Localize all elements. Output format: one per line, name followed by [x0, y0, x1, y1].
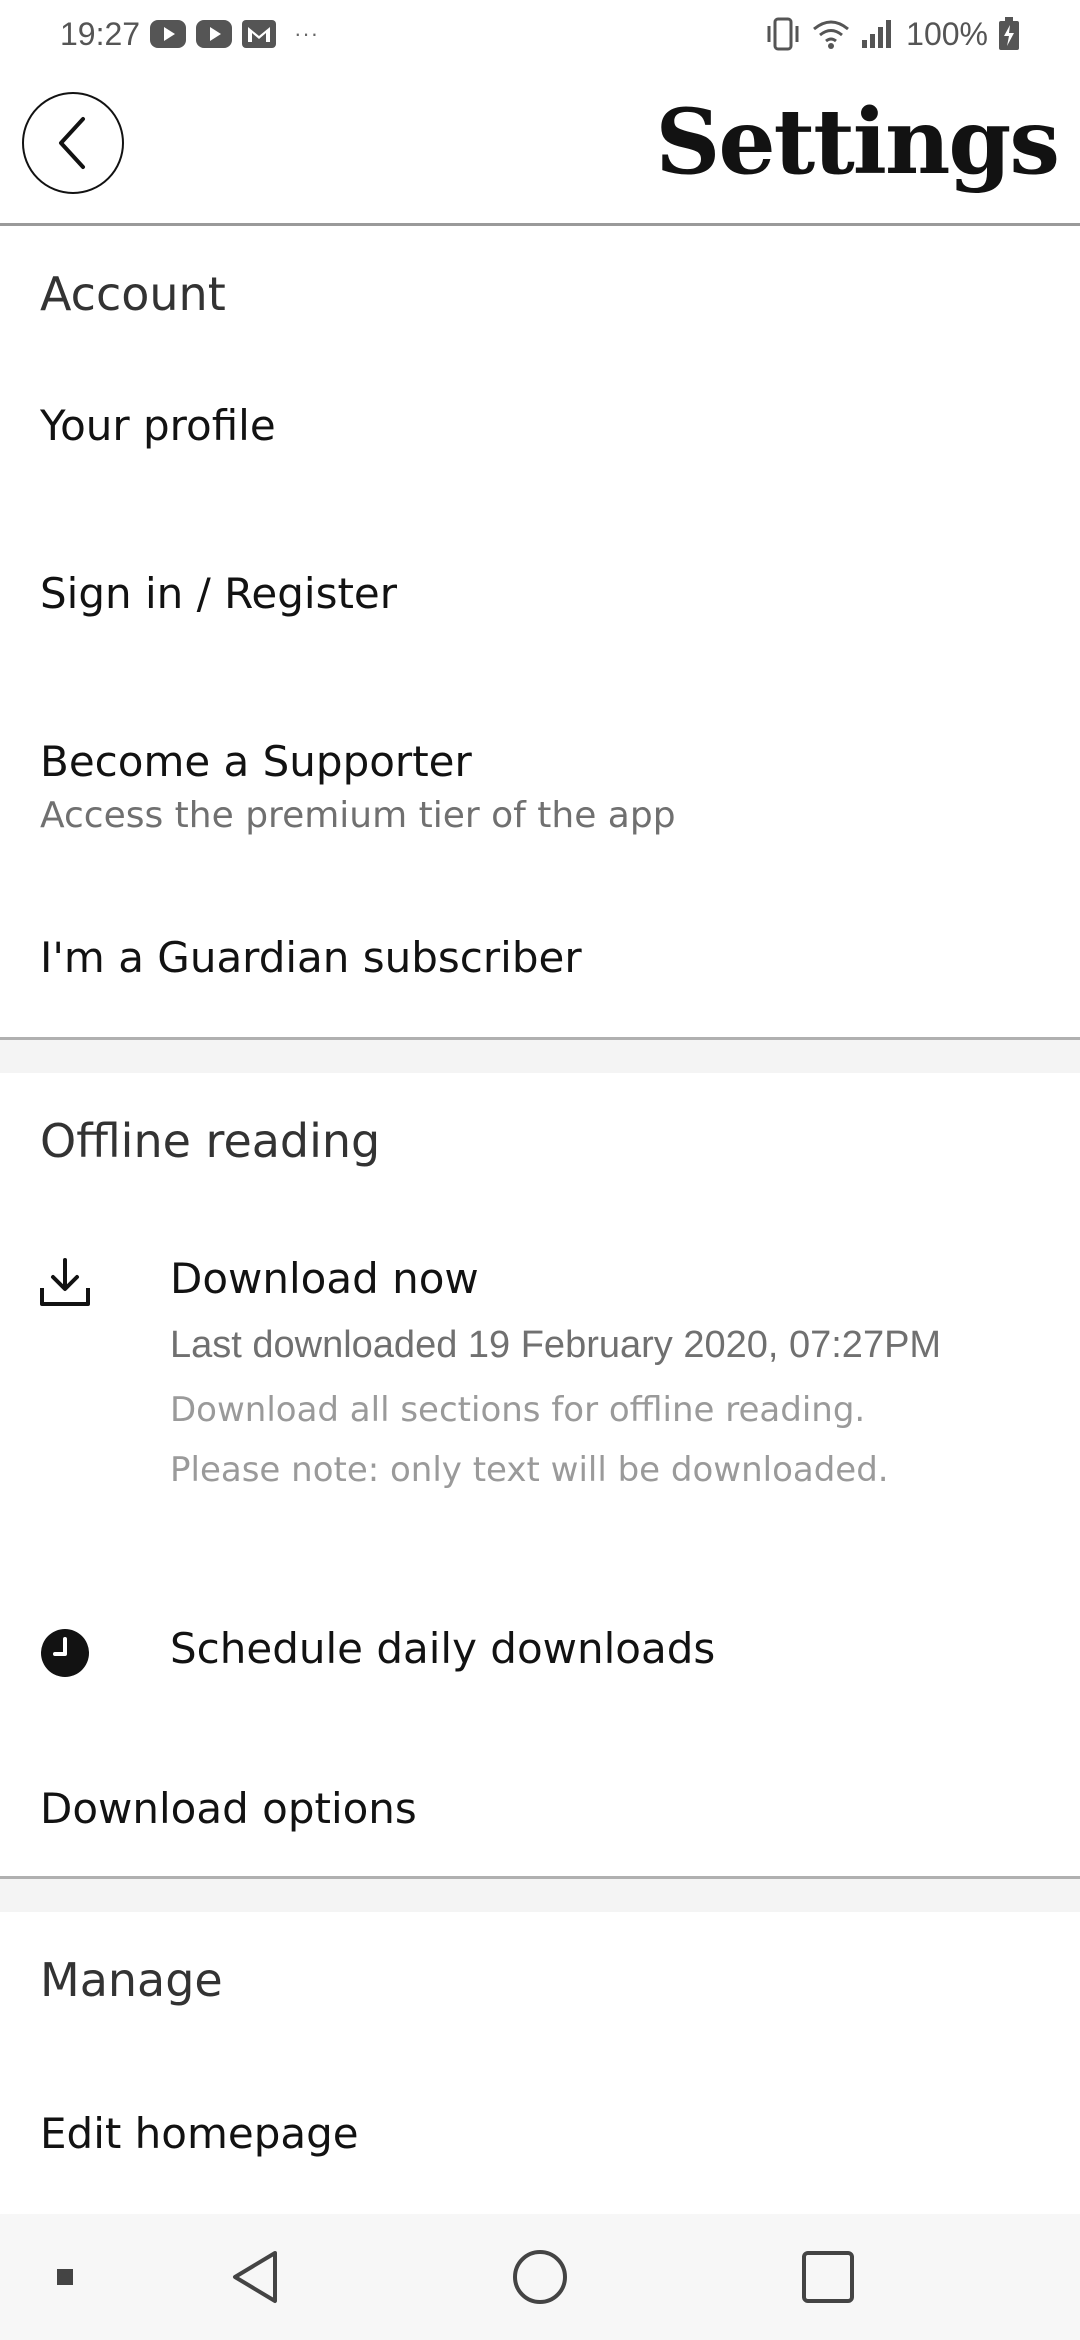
manage-section: Manage Edit homepage — [0, 1915, 1080, 2214]
offline-reading-section-title: Offline reading — [40, 1114, 381, 1168]
account-section-title: Account — [40, 267, 226, 321]
sign-in-register-item[interactable]: Sign in / Register — [0, 519, 1080, 669]
become-supporter-label: Become a Supporter — [40, 737, 472, 786]
signal-icon — [860, 18, 896, 50]
nav-extra-button[interactable] — [40, 2214, 90, 2340]
vibrate-icon — [764, 17, 802, 51]
square-recents-icon — [802, 2251, 854, 2303]
status-left: 19:27 ··· — [60, 16, 319, 53]
chevron-left-icon — [59, 117, 85, 169]
youtube-notification-icon — [150, 20, 187, 48]
nav-recents-button[interactable] — [788, 2214, 868, 2340]
download-now-item[interactable]: Download now Last downloaded 19 February… — [0, 1246, 1080, 1606]
become-supporter-subtitle: Access the premium tier of the app — [40, 795, 676, 836]
account-section: Account Your profile Sign in / Register … — [0, 229, 1080, 1037]
download-icon — [38, 1256, 92, 1310]
nav-back-button[interactable] — [215, 2214, 295, 2340]
battery-percentage: 100% — [906, 15, 988, 52]
settings-screen: 19:27 ··· 100% Settings Account Your pro… — [0, 0, 1080, 2340]
app-header: Settings — [0, 68, 1080, 226]
download-options-item[interactable]: Download options — [0, 1756, 1080, 1876]
page-title: Settings — [655, 89, 1060, 195]
gmail-notification-icon — [242, 20, 277, 48]
download-now-label: Download now — [170, 1254, 479, 1303]
status-right: 100% — [764, 16, 1020, 53]
wifi-icon — [812, 18, 850, 50]
status-bar: 19:27 ··· 100% — [0, 0, 1080, 68]
sign-in-register-label: Sign in / Register — [40, 569, 398, 618]
become-supporter-item[interactable]: Become a Supporter Access the premium ti… — [0, 729, 1080, 869]
nav-home-button[interactable] — [500, 2214, 580, 2340]
guardian-subscriber-label: I'm a Guardian subscriber — [40, 933, 582, 982]
schedule-daily-downloads-item[interactable]: Schedule daily downloads — [0, 1596, 1080, 1716]
battery-charging-icon — [998, 17, 1020, 51]
download-note-line1: Download all sections for offline readin… — [170, 1390, 866, 1430]
download-options-label: Download options — [40, 1784, 417, 1833]
last-downloaded-text: Last downloaded 19 February 2020, 07:27P… — [170, 1324, 942, 1366]
guardian-subscriber-item[interactable]: I'm a Guardian subscriber — [0, 909, 1080, 1029]
section-divider — [0, 1037, 1080, 1073]
edit-homepage-label: Edit homepage — [40, 2109, 359, 2158]
your-profile-label: Your profile — [40, 401, 276, 450]
clock-icon — [38, 1626, 92, 1680]
offline-reading-section: Offline reading Download now Last downlo… — [0, 1076, 1080, 1876]
edit-homepage-item[interactable]: Edit homepage — [0, 2065, 1080, 2185]
small-square-icon — [57, 2269, 73, 2285]
download-note-line2: Please note: only text will be downloade… — [170, 1450, 889, 1490]
section-divider — [0, 1876, 1080, 1912]
circle-home-icon — [513, 2250, 567, 2304]
more-notifications-indicator: ··· — [294, 21, 320, 46]
your-profile-item[interactable]: Your profile — [0, 349, 1080, 499]
status-time: 19:27 — [60, 15, 141, 52]
triangle-back-icon — [233, 2251, 277, 2303]
manage-section-title: Manage — [40, 1953, 223, 2007]
youtube-notification-icon — [196, 20, 233, 48]
back-button[interactable] — [22, 92, 124, 194]
system-navigation-bar — [0, 2214, 1080, 2340]
schedule-daily-downloads-label: Schedule daily downloads — [170, 1624, 716, 1673]
